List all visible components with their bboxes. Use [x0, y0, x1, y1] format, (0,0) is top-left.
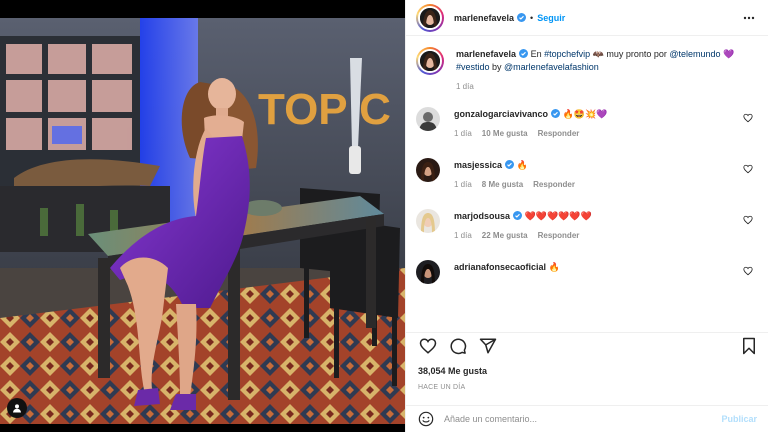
- post-caption: marlenefavela En #topchefvip 🦇 muy pront…: [416, 47, 757, 93]
- author-avatar[interactable]: [416, 3, 444, 32]
- caption-text-2: 🦇 muy pronto por: [590, 49, 670, 59]
- heart-icon: [419, 337, 437, 354]
- caption-text-1: En: [530, 49, 545, 59]
- save-button[interactable]: [739, 336, 759, 356]
- bookmark-icon: [743, 337, 755, 354]
- post-timestamp[interactable]: Hace un día: [418, 384, 465, 391]
- comment-username[interactable]: adrianafonsecaoficial: [454, 262, 546, 272]
- more-options-button[interactable]: [742, 11, 756, 25]
- avatar-image: [416, 107, 440, 131]
- share-button[interactable]: [478, 336, 498, 356]
- comment-text: 🔥: [516, 160, 528, 170]
- caption-text-3: 💜: [720, 49, 735, 59]
- avatar-image: [416, 260, 440, 284]
- caption-meta: 1 día: [456, 80, 735, 93]
- verified-badge-icon: [519, 49, 529, 58]
- follow-button[interactable]: Seguir: [537, 13, 565, 23]
- tagged-users-button[interactable]: [7, 398, 27, 418]
- comment-age[interactable]: 1 día: [454, 178, 472, 191]
- comment-like-heart-icon[interactable]: [743, 113, 753, 123]
- comment-avatar[interactable]: [416, 107, 440, 131]
- reply-button[interactable]: Responder: [538, 229, 580, 242]
- comment-item: masjessica 🔥 1 día 8 Me gusta Responder: [416, 158, 757, 191]
- verified-badge-icon: [517, 13, 527, 22]
- comment-avatar[interactable]: [416, 158, 440, 182]
- hashtag-vestido[interactable]: #vestido: [456, 62, 490, 72]
- caption-username[interactable]: marlenefavela: [456, 49, 516, 59]
- comment-avatar[interactable]: [416, 260, 440, 284]
- comment-like-heart-icon[interactable]: [743, 215, 753, 225]
- avatar-image: [416, 158, 440, 182]
- comment-body: adrianafonsecaoficial 🔥: [454, 260, 757, 284]
- avatar-image: [420, 51, 440, 71]
- user-icon: [13, 404, 21, 413]
- caption-by: by: [489, 62, 505, 72]
- mention-marlenefavelafashion[interactable]: @marlenefavelafashion: [504, 62, 599, 72]
- comment-meta: 1 día 10 Me gusta Responder: [454, 127, 735, 140]
- comment-body: gonzalogarciavivanco 🔥🤩💥💜 1 día 10 Me gu…: [454, 107, 757, 140]
- reply-button[interactable]: Responder: [538, 127, 580, 140]
- share-icon: [479, 338, 497, 353]
- caption-body: marlenefavela En #topchefvip 🦇 muy pront…: [456, 47, 757, 93]
- verified-badge-icon: [513, 211, 523, 220]
- header-separator: •: [530, 12, 534, 23]
- verified-badge-icon: [551, 109, 561, 118]
- comment-avatar[interactable]: [416, 209, 440, 233]
- comment-text: 🔥🤩💥💜: [562, 109, 608, 119]
- set-sign-text: TOP C: [258, 85, 391, 134]
- comment-username[interactable]: masjessica: [454, 160, 502, 170]
- reply-button[interactable]: Responder: [533, 178, 575, 191]
- comment-item: adrianafonsecaoficial 🔥: [416, 260, 757, 284]
- avatar-image: [416, 209, 440, 233]
- caption-age[interactable]: 1 día: [456, 80, 474, 93]
- post-photo[interactable]: TOP C: [0, 18, 405, 424]
- comment-icon: [450, 337, 467, 354]
- emoji-icon[interactable]: [418, 411, 434, 427]
- post-modal: TOP C marlenefavela • Seguir marlenefave…: [0, 0, 768, 432]
- photo-illustration: TOP C: [0, 18, 405, 424]
- more-horizontal-icon: [743, 16, 755, 19]
- comment-text: 🔥: [548, 262, 560, 272]
- author-username[interactable]: marlenefavela: [454, 13, 514, 23]
- post-media: TOP C: [0, 0, 405, 432]
- comment-item: marjodsousa ❤️❤️❤️❤️❤️❤️ 1 día 22 Me gus…: [416, 209, 757, 242]
- comment-meta: 1 día 8 Me gusta Responder: [454, 178, 735, 191]
- avatar-image: [420, 7, 440, 28]
- verified-badge-icon: [505, 160, 515, 169]
- comment-item: gonzalogarciavivanco 🔥🤩💥💜 1 día 10 Me gu…: [416, 107, 757, 140]
- comment-username[interactable]: marjodsousa: [454, 211, 510, 221]
- comment-username[interactable]: gonzalogarciavivanco: [454, 109, 548, 119]
- publish-button[interactable]: Publicar: [721, 414, 757, 424]
- post-action-bar: [406, 332, 768, 358]
- comment-button[interactable]: [448, 336, 468, 356]
- add-comment-input[interactable]: [444, 414, 722, 424]
- comment-text: ❤️❤️❤️❤️❤️❤️: [524, 211, 592, 221]
- caption-author-avatar[interactable]: [416, 47, 444, 75]
- post-side-panel: marlenefavela • Seguir marlenefavela En …: [405, 0, 768, 432]
- comment-age[interactable]: 1 día: [454, 127, 472, 140]
- comment-body: masjessica 🔥 1 día 8 Me gusta Responder: [454, 158, 757, 191]
- mention-telemundo[interactable]: @telemundo: [669, 49, 720, 59]
- likes-count[interactable]: 38,054 Me gusta: [418, 366, 487, 376]
- add-comment-bar: Publicar: [406, 405, 768, 432]
- comment-like-heart-icon[interactable]: [743, 266, 753, 276]
- like-button[interactable]: [418, 336, 438, 356]
- comment-body: marjodsousa ❤️❤️❤️❤️❤️❤️ 1 día 22 Me gus…: [454, 209, 757, 242]
- post-header: marlenefavela • Seguir: [406, 0, 768, 36]
- hashtag-topchefvip[interactable]: #topchefvip: [544, 49, 590, 59]
- comment-meta: 1 día 22 Me gusta Responder: [454, 229, 735, 242]
- comment-likes[interactable]: 10 Me gusta: [482, 127, 528, 140]
- comment-likes[interactable]: 22 Me gusta: [482, 229, 528, 242]
- comments-list[interactable]: marlenefavela En #topchefvip 🦇 muy pront…: [406, 37, 768, 327]
- comment-like-heart-icon[interactable]: [743, 164, 753, 174]
- comment-age[interactable]: 1 día: [454, 229, 472, 242]
- comment-likes[interactable]: 8 Me gusta: [482, 178, 523, 191]
